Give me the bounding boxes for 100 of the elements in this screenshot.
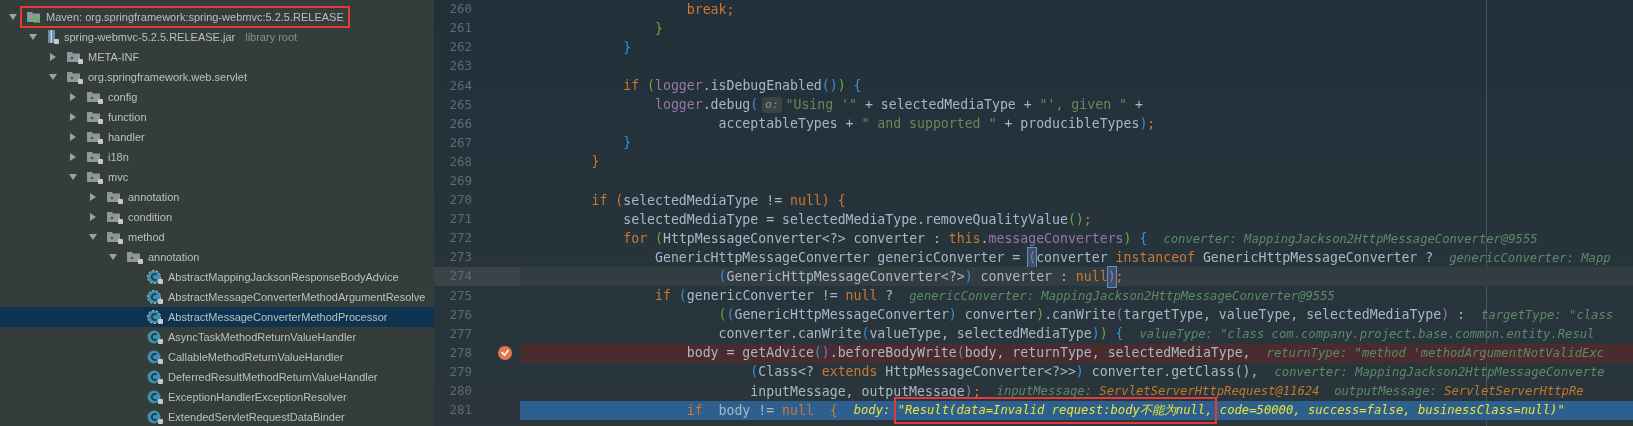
code-text: ) xyxy=(1099,325,1108,344)
code-text: { xyxy=(852,77,862,96)
class-icon xyxy=(146,369,164,385)
code-text: ( xyxy=(647,77,656,96)
line-number: 268 xyxy=(448,152,472,171)
tree-item[interactable]: AbstractMessageConverterMethodProcessor xyxy=(0,307,434,327)
code-text: ( xyxy=(678,287,687,306)
code-text: ) xyxy=(1091,325,1100,344)
code-text: "Using '" xyxy=(785,96,857,115)
tree-item[interactable]: AbstractMessageConverterMethodArgumentResolve xyxy=(0,287,434,307)
tree-item[interactable]: AbstractMappingJacksonResponseBodyAdvice xyxy=(0,267,434,287)
expand-arrow-icon[interactable] xyxy=(48,52,58,62)
code-text: { xyxy=(1114,325,1124,344)
code-text: genericConverter != xyxy=(686,287,839,306)
line-number: 263 xyxy=(448,57,472,76)
code-text: ( xyxy=(726,306,735,325)
locked-folder-icon xyxy=(106,189,124,205)
class-icon xyxy=(146,329,164,345)
code-text: ( xyxy=(861,325,870,344)
code-text: break; xyxy=(685,0,735,19)
code-text: this xyxy=(948,229,981,248)
code-text: () xyxy=(813,344,830,363)
tree-item[interactable]: AsyncTaskMethodReturnValueHandler xyxy=(0,327,434,347)
line-number: 266 xyxy=(448,114,472,133)
locked-folder-icon xyxy=(86,109,104,125)
locked-folder-icon xyxy=(126,249,144,265)
code-text: } xyxy=(622,134,632,153)
tree-item[interactable]: function xyxy=(0,107,434,127)
code-text: ) xyxy=(1075,363,1084,382)
code-text: ) xyxy=(1441,306,1450,325)
collapse-arrow-icon[interactable] xyxy=(48,72,58,82)
code-text: .debug xyxy=(702,96,751,115)
tree-item[interactable]: mvc xyxy=(0,167,434,187)
collapse-arrow-icon[interactable] xyxy=(68,172,78,182)
tree-item[interactable]: DeferredResultMethodReturnValueHandler xyxy=(0,367,434,387)
debug-value-hint: valueType: "class com.company.project.base.common.entity.Resul xyxy=(1139,326,1595,343)
code-text: ) xyxy=(1107,266,1116,287)
code-text: messageConverters xyxy=(988,229,1124,248)
tree-item[interactable]: i18n xyxy=(0,147,434,167)
code-text: ) xyxy=(964,267,973,286)
code-text: logger xyxy=(655,77,703,96)
code-text: for xyxy=(622,229,649,248)
code-text: ( xyxy=(750,96,759,115)
line-number: 270 xyxy=(448,191,472,210)
code-text: + producibleTypes xyxy=(1003,115,1140,134)
tree-item[interactable]: annotation xyxy=(0,247,434,267)
code-text: valueType, selectedMediaType xyxy=(869,325,1092,344)
tree-item[interactable]: META-INF xyxy=(0,47,434,67)
abstract-class-icon xyxy=(146,269,164,285)
tree-item[interactable]: spring-webmvc-5.2.5.RELEASE.jar library root xyxy=(0,27,434,47)
debug-value-hint: ServletServerHttpRe xyxy=(1444,383,1584,401)
tree-item[interactable]: method xyxy=(0,227,434,247)
code-text: ( xyxy=(717,306,727,325)
code-text: ; xyxy=(1083,210,1092,229)
code-text: if xyxy=(685,401,703,420)
abstract-class-icon xyxy=(146,309,164,325)
code-text: + xyxy=(1133,96,1143,115)
code-text: converter.canWrite xyxy=(717,325,862,344)
code-text: ) xyxy=(1139,115,1148,134)
tree-item[interactable]: handler xyxy=(0,127,434,147)
code-text: null xyxy=(845,287,878,306)
code-text: converter xyxy=(963,306,1037,325)
tree-item[interactable]: org.springframework.web.servlet xyxy=(0,67,434,87)
code-text: null) { xyxy=(790,191,846,210)
folder-bars-icon xyxy=(26,10,42,24)
tree-item[interactable]: ExceptionHandlerExceptionResolver xyxy=(0,387,434,407)
class-icon xyxy=(146,409,164,425)
tree-item[interactable]: CallableMethodReturnValueHandler xyxy=(0,347,434,367)
debug-value-hint: genericConverter: MappingJackson2HttpMessageConverter@9555 xyxy=(909,287,1335,305)
code-text: selectedMediaType != xyxy=(623,191,784,210)
code-text: converter xyxy=(1036,248,1109,267)
code-text: logger xyxy=(654,96,703,115)
code-text: ( xyxy=(956,344,965,363)
code-text: ; xyxy=(1147,115,1156,134)
tree-item[interactable]: annotation xyxy=(0,187,434,207)
tree-item[interactable]: condition xyxy=(0,207,434,227)
code-text: () xyxy=(1067,210,1084,229)
debug-value-hint: code=50000, success=false, businessClass=null)" xyxy=(1218,402,1565,420)
breakpoint-check-icon[interactable] xyxy=(497,345,513,362)
debug-value-hint: converter: MappingJackson2HttpMessageConverter@9555 xyxy=(1163,230,1538,248)
line-number: 273 xyxy=(448,248,472,267)
code-text: () xyxy=(821,77,838,96)
code-text: if xyxy=(654,287,672,306)
line-number: 267 xyxy=(448,133,472,152)
code-text: ; xyxy=(1115,267,1124,286)
tree-item[interactable]: config xyxy=(0,87,434,107)
code-text: acceptableTypes + xyxy=(717,115,855,134)
code-text: body, returnType, selectedMediaType, xyxy=(964,344,1251,363)
tree-item[interactable]: Maven: org.springframework:spring-webmvc:5.2.5.RELEASE xyxy=(0,7,434,27)
parameter-hint: o: xyxy=(762,96,782,114)
code-text: extends xyxy=(821,363,878,382)
tree-item[interactable]: ExtendedServletRequestDataBinder xyxy=(0,407,434,426)
code-text: } xyxy=(590,153,600,172)
locked-folder-icon xyxy=(86,149,104,165)
locked-folder-icon xyxy=(86,89,104,105)
debug-value-hint: genericConverter: Mapp xyxy=(1449,249,1611,267)
code-text: ) xyxy=(1036,306,1045,325)
debug-value-hint: body: xyxy=(853,402,892,420)
code-text: + selectedMediaType + xyxy=(863,96,1033,115)
code-text: .canWrite xyxy=(1044,306,1116,325)
